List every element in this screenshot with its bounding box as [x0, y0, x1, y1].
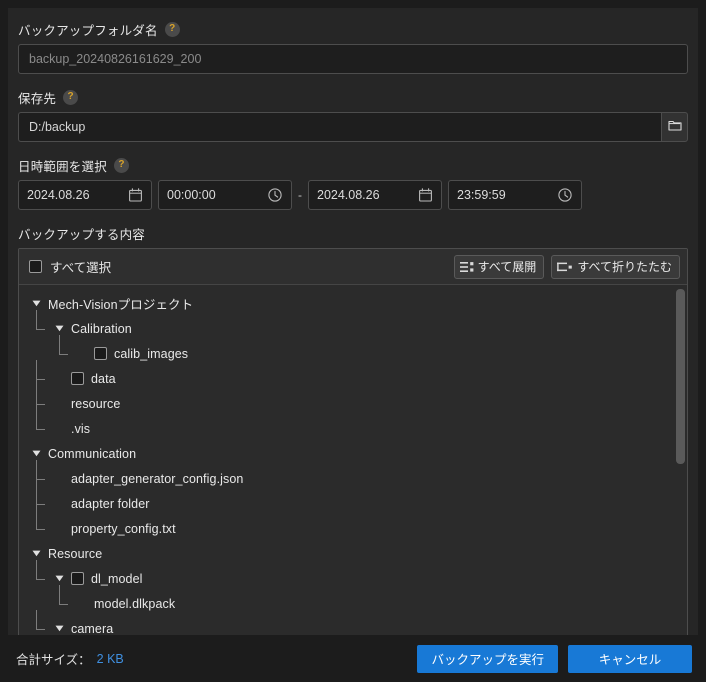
tree-node-list: Mech-Visionプロジェクト Calibration calib_images… [19, 285, 687, 638]
content-label-row: バックアップする内容 [18, 222, 688, 244]
backup-dialog: バックアップフォルダ名 ? 保存先 ? 日時範囲を選択 [0, 0, 706, 682]
tree-node[interactable]: data [19, 366, 687, 391]
folder-name-input[interactable] [18, 44, 688, 74]
tree-node[interactable]: Calibration [19, 316, 687, 341]
content-label: バックアップする内容 [18, 224, 145, 243]
chevron-down-icon[interactable] [31, 298, 42, 309]
tree-node-label: Resource [48, 547, 102, 561]
select-all-checkbox[interactable]: すべて選択 [29, 257, 111, 276]
tree-node[interactable]: dl_model [19, 566, 687, 591]
select-all-label: すべて選択 [50, 257, 111, 276]
calendar-icon [127, 187, 143, 203]
browse-folder-button[interactable] [661, 112, 688, 142]
tree-node-label: calib_images [114, 347, 188, 361]
destination-input[interactable] [18, 112, 661, 142]
clock-icon-end [557, 187, 573, 203]
clock-icon [267, 187, 283, 203]
chevron-down-icon[interactable] [54, 623, 65, 634]
select-all-box[interactable] [29, 260, 42, 273]
folder-name-label-row: バックアップフォルダ名 ? [18, 18, 688, 40]
chevron-down-icon[interactable] [31, 448, 42, 459]
destination-label: 保存先 [18, 88, 56, 107]
expand-all-icon [460, 261, 474, 273]
cancel-button[interactable]: キャンセル [568, 645, 692, 673]
chevron-down-icon[interactable] [54, 573, 65, 584]
tree-node-label: Calibration [71, 322, 132, 336]
expand-all-button[interactable]: すべて展開 [454, 255, 545, 279]
dialog-body: バックアップフォルダ名 ? 保存先 ? 日時範囲を選択 [8, 8, 698, 635]
tree-node-label: dl_model [91, 572, 143, 586]
dialog-footer: 合計サイズ： 2 KB バックアップを実行 キャンセル [0, 635, 706, 682]
tree-node-label: data [91, 372, 116, 386]
total-size-value: 2 KB [97, 652, 124, 666]
folder-name-label: バックアップフォルダ名 [18, 20, 158, 39]
tree-node[interactable]: adapter folder [19, 491, 687, 516]
tree-node-label: model.dlkpack [94, 597, 175, 611]
tree-toolbar: すべて選択 すべて展開 [19, 249, 687, 285]
tree-node-label: .vis [71, 422, 90, 436]
end-time-value: 23:59:59 [457, 188, 557, 202]
run-backup-button[interactable]: バックアップを実行 [417, 645, 558, 673]
tree-node-label: camera [71, 622, 113, 636]
collapse-all-label: すべて折りたたむ [577, 258, 672, 275]
help-icon-folder-name[interactable]: ? [165, 22, 180, 37]
tree-node[interactable]: property_config.txt [19, 516, 687, 541]
folder-icon [668, 119, 682, 135]
tree-scroll-area[interactable]: Mech-Visionプロジェクト Calibration calib_images… [19, 285, 687, 638]
tree-node-checkbox[interactable] [71, 572, 84, 585]
tree-scrollbar-thumb[interactable] [676, 289, 685, 464]
tree-node[interactable]: Mech-Visionプロジェクト [19, 291, 687, 316]
start-time-input[interactable]: 00:00:00 [158, 180, 292, 210]
tree-node-label: property_config.txt [71, 522, 176, 536]
collapse-all-button[interactable]: すべて折りたたむ [551, 255, 680, 279]
tree-node-label: adapter_generator_config.json [71, 472, 243, 486]
tree-node[interactable]: adapter_generator_config.json [19, 466, 687, 491]
tree-scrollbar[interactable] [676, 285, 685, 638]
date-range-label: 日時範囲を選択 [18, 156, 107, 175]
start-date-value: 2024.08.26 [27, 188, 127, 202]
start-time-value: 00:00:00 [167, 188, 267, 202]
folder-name-field-wrap [18, 44, 688, 74]
tree-node[interactable]: Resource [19, 541, 687, 566]
tree-node[interactable]: calib_images [19, 341, 687, 366]
chevron-down-icon[interactable] [54, 323, 65, 334]
chevron-down-icon[interactable] [31, 548, 42, 559]
range-separator: - [292, 188, 308, 202]
tree-node[interactable]: model.dlkpack [19, 591, 687, 616]
tree-node[interactable]: .vis [19, 416, 687, 441]
end-time-input[interactable]: 23:59:59 [448, 180, 582, 210]
tree-node-label: adapter folder [71, 497, 150, 511]
collapse-all-icon [557, 261, 573, 273]
tree-node[interactable]: Communication [19, 441, 687, 466]
expand-all-label: すべて展開 [478, 258, 537, 275]
calendar-icon-end [417, 187, 433, 203]
destination-label-row: 保存先 ? [18, 86, 688, 108]
tree-node-checkbox[interactable] [94, 347, 107, 360]
tree-node-label: Mech-Visionプロジェクト [48, 294, 193, 313]
help-icon-date-range[interactable]: ? [114, 158, 129, 173]
tree-node[interactable]: resource [19, 391, 687, 416]
destination-field-wrap [18, 112, 688, 142]
start-date-input[interactable]: 2024.08.26 [18, 180, 152, 210]
date-range-row: 2024.08.26 00:00:00 [18, 180, 688, 210]
tree-node-checkbox[interactable] [71, 372, 84, 385]
end-date-input[interactable]: 2024.08.26 [308, 180, 442, 210]
tree-node-label: resource [71, 397, 120, 411]
end-date-value: 2024.08.26 [317, 188, 417, 202]
content-tree-panel: すべて選択 すべて展開 [18, 248, 688, 639]
help-icon-destination[interactable]: ? [63, 90, 78, 105]
total-size-label: 合計サイズ： [16, 649, 91, 668]
date-range-label-row: 日時範囲を選択 ? [18, 154, 688, 176]
tree-node-label: Communication [48, 447, 136, 461]
